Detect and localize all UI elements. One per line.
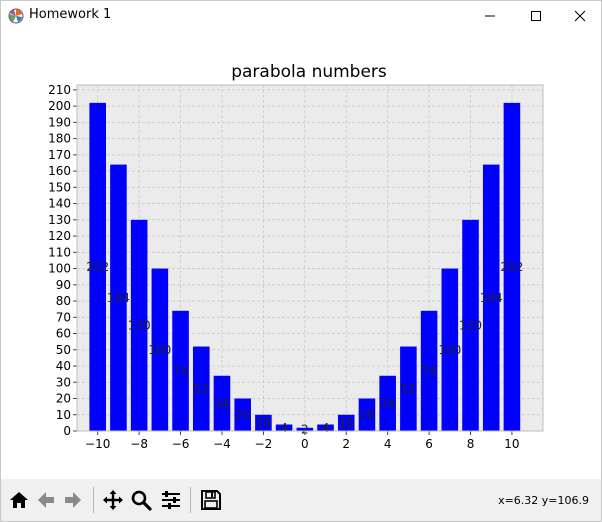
forward-icon [65, 492, 81, 508]
zoom-icon [131, 490, 152, 511]
x-tick-label: 4 [384, 437, 392, 451]
chart-title: parabola numbers [231, 62, 387, 82]
save-button[interactable] [198, 487, 224, 513]
bar-value-label: 130 [459, 318, 482, 332]
y-tick-label: 170 [48, 148, 71, 162]
y-tick-label: 120 [48, 229, 71, 243]
y-tick-label: 130 [48, 213, 71, 227]
y-tick-label: 200 [48, 99, 71, 113]
x-tick-label: −6 [172, 437, 190, 451]
maximize-icon [531, 11, 541, 21]
y-tick-label: 60 [56, 327, 71, 341]
y-tick-label: 150 [48, 180, 71, 194]
cursor-coordinates: x=6.32 y=106.9 [498, 494, 589, 507]
bar-value-label: 202 [86, 260, 109, 274]
y-tick-label: 210 [48, 83, 71, 97]
save-icon [201, 490, 221, 510]
y-tick-label: 160 [48, 164, 71, 178]
y-tick-label: 180 [48, 132, 71, 146]
bar-value-label: 34 [380, 396, 395, 410]
forward-button[interactable] [60, 487, 86, 513]
y-tick-label: 80 [56, 294, 71, 308]
y-tick-label: 140 [48, 197, 71, 211]
x-tick-label: 2 [342, 437, 350, 451]
y-tick-label: 90 [56, 278, 71, 292]
figure-canvas[interactable]: parabola numbers 202 164 130 100 74 52 34 20 10 4… [1, 31, 601, 479]
home-button[interactable] [6, 487, 32, 513]
matplotlib-logo-icon [8, 8, 24, 24]
back-icon [38, 492, 54, 508]
x-tick-label: 6 [425, 437, 433, 451]
y-tick-label: 10 [56, 408, 71, 422]
y-tick-label: 30 [56, 375, 71, 389]
close-icon [574, 10, 586, 22]
x-tick-label: 0 [301, 437, 309, 451]
y-tick-label: 20 [56, 392, 71, 406]
bar-value-label: 164 [107, 291, 130, 305]
toolbar-separator [93, 487, 94, 513]
toolbar-separator [190, 487, 191, 513]
y-tick-label: 50 [56, 343, 71, 357]
bar-value-label: 10 [339, 416, 354, 430]
bar-value-label: 164 [480, 291, 503, 305]
bar-value-label: 20 [359, 408, 374, 422]
app-window: Homework 1 parabola numbers 202 164 130 100… [0, 0, 602, 522]
home-icon [10, 492, 28, 508]
bar-value-label: 130 [128, 318, 151, 332]
x-tick-label: −4 [213, 437, 231, 451]
bar-value-label: 4 [322, 421, 330, 435]
x-tick-label: −8 [130, 437, 148, 451]
bar-value-label: 20 [235, 408, 250, 422]
pan-icon [103, 490, 123, 510]
bar-value-label: 74 [173, 364, 188, 378]
y-axis: 0 10 20 30 40 50 60 70 80 90 100 110 120 130 140 150 160… [48, 83, 77, 438]
x-tick-label: 8 [467, 437, 475, 451]
close-button[interactable] [557, 1, 602, 31]
back-button[interactable] [33, 487, 59, 513]
y-tick-label: 40 [56, 359, 71, 373]
y-tick-label: 0 [63, 424, 71, 438]
window-title: Homework 1 [29, 7, 112, 22]
y-tick-label: 190 [48, 115, 71, 129]
y-tick-label: 100 [48, 262, 71, 276]
bar-value-label: 100 [438, 343, 461, 357]
configure-icon [162, 491, 180, 509]
bar-value-label: 4 [280, 421, 288, 435]
maximize-button[interactable] [513, 1, 559, 31]
bar-value-label: 74 [421, 364, 436, 378]
title-bar: Homework 1 [1, 1, 601, 31]
y-tick-label: 70 [56, 310, 71, 324]
configure-subplots-button[interactable] [158, 487, 184, 513]
navigation-toolbar: x=6.32 y=106.9 [1, 479, 601, 521]
bar-value-label: 52 [194, 382, 209, 396]
bar-value-label: 100 [148, 343, 171, 357]
x-tick-label: −2 [255, 437, 273, 451]
bar-chart: parabola numbers 2021641301007452342010 4… [48, 62, 544, 451]
zoom-button[interactable] [128, 487, 154, 513]
minimize-button[interactable] [467, 1, 513, 31]
pan-button[interactable] [100, 487, 126, 513]
minimize-icon [485, 15, 495, 17]
bar-value-label: 202 [500, 260, 523, 274]
bar-value-label: 34 [214, 396, 229, 410]
bar-value-label: 52 [401, 382, 416, 396]
x-tick-label: 10 [504, 437, 519, 451]
x-tick-label: −10 [85, 437, 110, 451]
bar-value-label: 10 [256, 416, 271, 430]
y-tick-label: 110 [48, 245, 71, 259]
